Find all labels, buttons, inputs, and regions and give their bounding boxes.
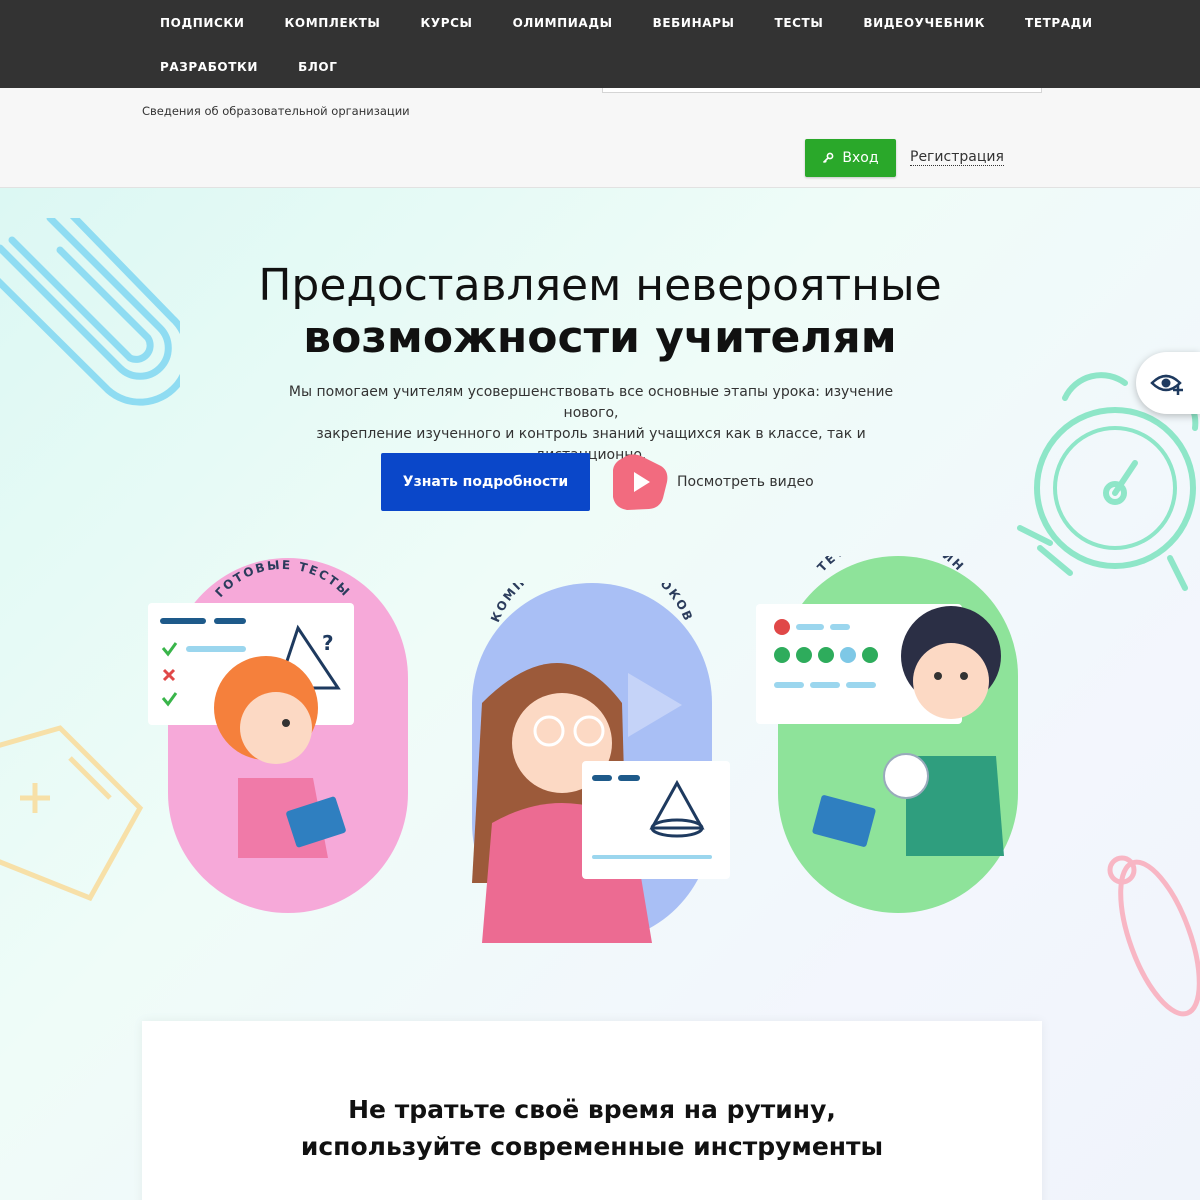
- hero-title-line1: Предоставляем невероятные: [258, 260, 942, 311]
- search-input[interactable]: [602, 88, 1042, 93]
- nav-item-workbooks[interactable]: Тетради: [1005, 14, 1113, 32]
- nav-item-video-textbook[interactable]: Видеоучебник: [843, 14, 1005, 32]
- pencil-doodle-icon: [1107, 855, 1200, 1017]
- nav-row-secondary: Разработки Блог: [140, 58, 357, 76]
- card-ready-tests[interactable]: ГОТОВЫЕ ТЕСТЫ ?: [148, 558, 410, 914]
- hero-subtitle: Мы помогаем учителям усовершенствовать в…: [270, 382, 912, 466]
- features-title-line1: Не тратьте своё время на рутину,: [348, 1095, 836, 1124]
- hero-title-line2: возможности учителям: [303, 312, 897, 363]
- card-online-workbooks[interactable]: ТЕТРАДИ ОНЛАЙН: [756, 556, 1020, 914]
- nav-item-blog[interactable]: Блог: [278, 58, 357, 76]
- features-title: Не тратьте своё время на рутину, использ…: [142, 1091, 1042, 1165]
- svg-text:?: ?: [322, 631, 334, 655]
- watch-video-label: Посмотреть видео: [677, 474, 814, 490]
- nav-row-primary: Подписки Комплекты Курсы Олимпиады Вебин…: [140, 14, 1113, 32]
- play-icon: [613, 454, 668, 510]
- nav-item-webinars[interactable]: Вебинары: [633, 14, 755, 32]
- hero-subtitle-line2: закрепление изученного и контроль знаний…: [316, 426, 866, 463]
- eye-plus-icon: [1150, 374, 1183, 395]
- top-navigation: Подписки Комплекты Курсы Олимпиады Вебин…: [0, 0, 1200, 88]
- nav-item-kits[interactable]: Комплекты: [264, 14, 400, 32]
- learn-more-button[interactable]: Узнать подробности: [381, 453, 590, 511]
- key-icon: [823, 152, 834, 164]
- nav-item-subscriptions[interactable]: Подписки: [140, 14, 264, 32]
- header-bar: Сведения об образовательной организации …: [0, 88, 1200, 188]
- features-intro-card: Не тратьте своё время на рутину, использ…: [142, 1021, 1042, 1200]
- org-info-link[interactable]: Сведения об образовательной организации: [142, 104, 410, 118]
- register-link[interactable]: Регистрация: [910, 149, 1004, 166]
- nav-item-tests[interactable]: Тесты: [755, 14, 844, 32]
- login-label: Вход: [842, 150, 879, 166]
- nav-item-olympiads[interactable]: Олимпиады: [493, 14, 633, 32]
- card-video-lesson-kits[interactable]: КОМПЛЕКТЫ ВИДЕОУРОКОВ: [452, 583, 734, 943]
- accessibility-button[interactable]: [1136, 352, 1200, 414]
- hero-subtitle-line1: Мы помогаем учителям усовершенствовать в…: [288, 384, 894, 421]
- nav-item-developments[interactable]: Разработки: [140, 58, 278, 76]
- login-button[interactable]: Вход: [805, 139, 896, 177]
- ruler-doodle-icon: [0, 725, 144, 902]
- features-title-line2: используйте современные инструменты: [300, 1132, 884, 1161]
- watch-video-link[interactable]: Посмотреть видео: [611, 452, 814, 512]
- nav-item-courses[interactable]: Курсы: [400, 14, 492, 32]
